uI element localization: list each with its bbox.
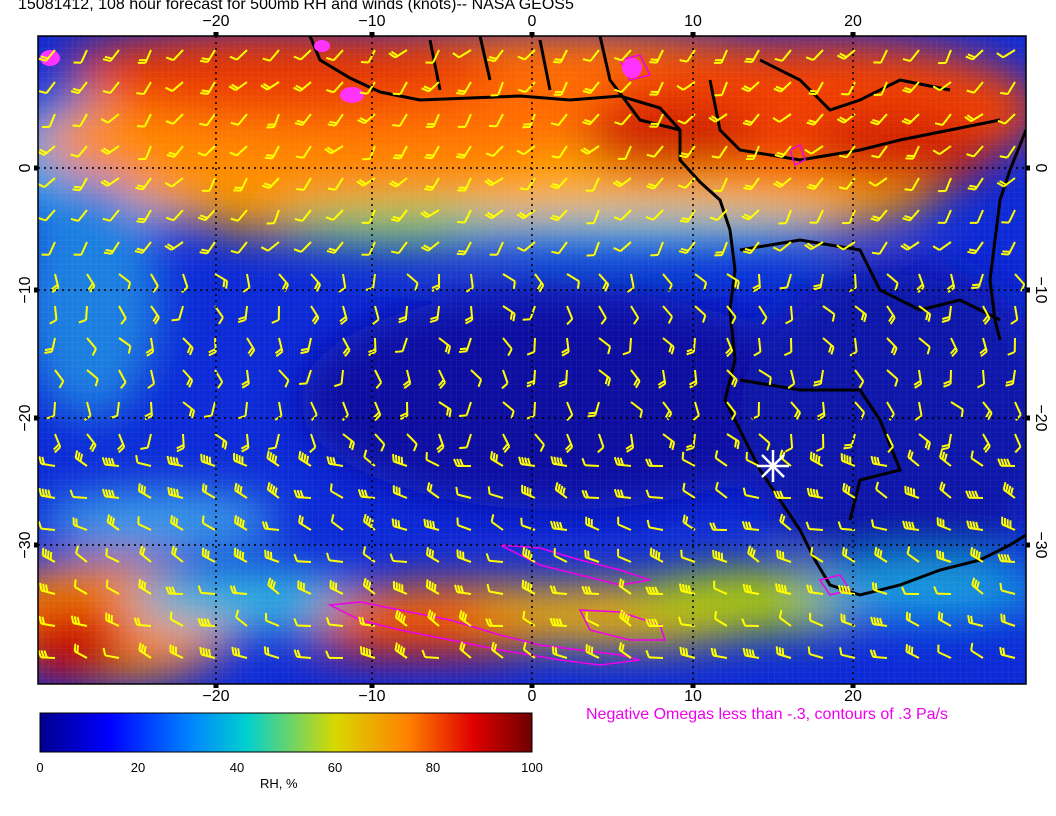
lat-tick-label: −10 bbox=[17, 276, 34, 303]
lat-ticks-right: 0 −10 −20 −30 bbox=[1032, 164, 1049, 559]
lat-tick-label: −30 bbox=[1032, 531, 1049, 558]
colorbar-label: RH, % bbox=[260, 776, 298, 791]
colorbar-tick: 100 bbox=[521, 760, 543, 775]
lon-tick-label: 10 bbox=[684, 13, 702, 30]
lon-tick-label: 0 bbox=[528, 13, 537, 30]
lon-tick-label: −20 bbox=[202, 13, 229, 30]
colorbar bbox=[39, 712, 533, 753]
lon-tick-label: 20 bbox=[844, 688, 862, 705]
colorbar-tick: 0 bbox=[36, 760, 44, 775]
map-figure: −20 −10 0 10 20 −20 −10 0 10 20 0 −10 −2… bbox=[17, 13, 1049, 753]
colorbar-tick: 40 bbox=[229, 760, 245, 775]
lat-ticks-left: 0 −10 −20 −30 bbox=[17, 163, 34, 558]
lat-tick-label: −30 bbox=[17, 531, 34, 558]
lat-tick-label: 0 bbox=[1032, 164, 1049, 173]
colorbar-tick: 80 bbox=[425, 760, 441, 775]
colorbar-tick: 20 bbox=[130, 760, 146, 775]
lon-tick-label: 0 bbox=[528, 688, 537, 705]
lon-tick-label: −20 bbox=[202, 688, 229, 705]
lat-tick-label: 0 bbox=[17, 163, 34, 172]
lon-tick-label: −10 bbox=[358, 688, 385, 705]
lat-tick-label: −20 bbox=[17, 404, 34, 431]
omega-caption: Negative Omegas less than -.3, contours … bbox=[586, 706, 948, 723]
lat-tick-label: −10 bbox=[1032, 276, 1049, 303]
lon-tick-label: −10 bbox=[358, 13, 385, 30]
lat-tick-label: −20 bbox=[1032, 404, 1049, 431]
lon-ticks-bottom: −20 −10 0 10 20 bbox=[202, 688, 862, 705]
colorbar-tick: 60 bbox=[327, 760, 343, 775]
lon-tick-label: 20 bbox=[844, 13, 862, 30]
lon-tick-label: 10 bbox=[684, 688, 702, 705]
lon-ticks-top: −20 −10 0 10 20 bbox=[202, 13, 862, 30]
rh-field bbox=[38, 36, 1026, 684]
